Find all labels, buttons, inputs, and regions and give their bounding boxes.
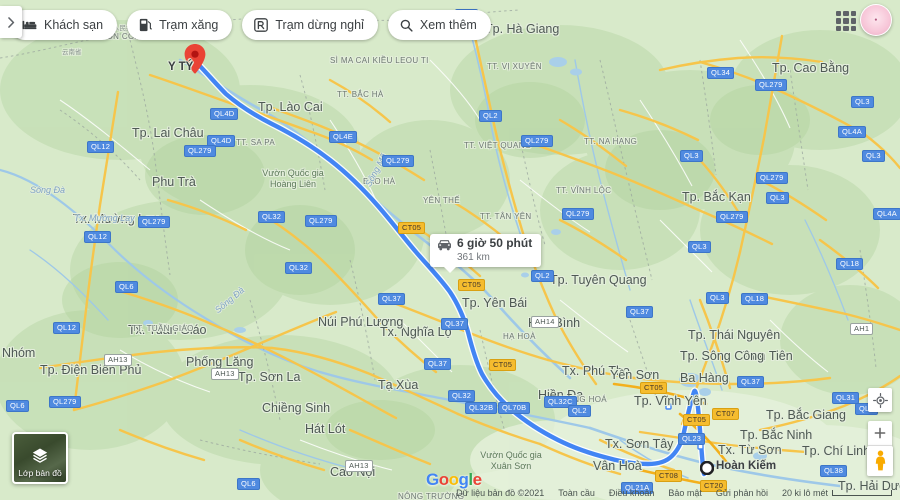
car-icon [438,240,451,251]
side-panel-toggle[interactable] [0,6,22,38]
destination-label: Hoàn Kiếm [716,460,777,472]
zoom-in-button[interactable] [868,421,892,446]
chip-hotels-label: Khách sạn [44,18,104,32]
destination-circle-icon [699,460,715,476]
map-data-attribution: Dữ liệu bản đồ ©2021 [456,488,545,498]
google-apps-grid-icon[interactable] [836,11,856,31]
attribution-link-privacy[interactable]: Bảo mật [668,488,702,498]
route-duration-text: 6 giờ 50 phút [457,236,533,250]
maps-app: Tp. Lào Cai Tp. Lai Châu Tp. Hà Giang Tp. C… [0,0,900,500]
category-chip-bar: Khách sạn Trạm xăng Trạm dừng nghỉ Xem t… [0,0,491,50]
scale-bar: 20 ki lô mét [782,488,892,498]
user-avatar-icon[interactable]: ● [860,4,892,36]
route-distance-text: 361 km [457,251,490,263]
chip-rest-stops-label: Trạm dừng nghỉ [275,18,364,32]
scale-label: 20 ki lô mét [781,488,828,498]
chip-more-label: Xem thêm [419,18,477,32]
chip-gas-label: Trạm xăng [159,18,219,32]
chevron-right-icon [7,16,14,28]
rest-stop-icon [254,18,269,32]
scale-bar-line [832,490,892,496]
layers-stack-icon [32,448,48,463]
search-icon [400,19,413,32]
attribution-link-global[interactable]: Toàn cầu [558,488,595,498]
route-duration-card[interactable]: 6 giờ 50 phút 361 km [430,234,542,274]
gas-pump-icon [139,18,153,32]
chip-rest-stops[interactable]: Trạm dừng nghỉ [242,10,378,40]
chip-more[interactable]: Xem thêm [387,10,491,40]
attribution-link-terms[interactable]: Điều khoản [609,488,655,498]
zoom-in-icon [874,427,886,439]
compass-button[interactable] [868,388,892,412]
origin-label: Y TÝ [168,61,194,73]
map-canvas[interactable]: Tp. Lào Cai Tp. Lai Châu Tp. Hà Giang Tp. C… [0,0,900,500]
hotel-bed-icon [22,20,37,30]
destination-marker[interactable]: Hoàn Kiếm [699,460,776,480]
compass-icon [872,392,888,408]
pegman-street-view-icon [875,450,885,471]
attribution-link-feedback[interactable]: Gửi phản hồi [716,488,768,498]
chip-hotels[interactable]: Khách sạn [10,10,118,40]
chip-gas[interactable]: Trạm xăng [127,10,233,40]
map-layers-button[interactable]: Lớp bản đồ [12,432,68,484]
pegman-button[interactable] [867,446,893,476]
map-layers-label: Lớp bản đồ [18,468,62,478]
attribution-bar: Dữ liệu bản đồ ©2021 Toàn cầu Điều khoản… [0,486,900,500]
avatar-initial: ● [874,17,878,23]
